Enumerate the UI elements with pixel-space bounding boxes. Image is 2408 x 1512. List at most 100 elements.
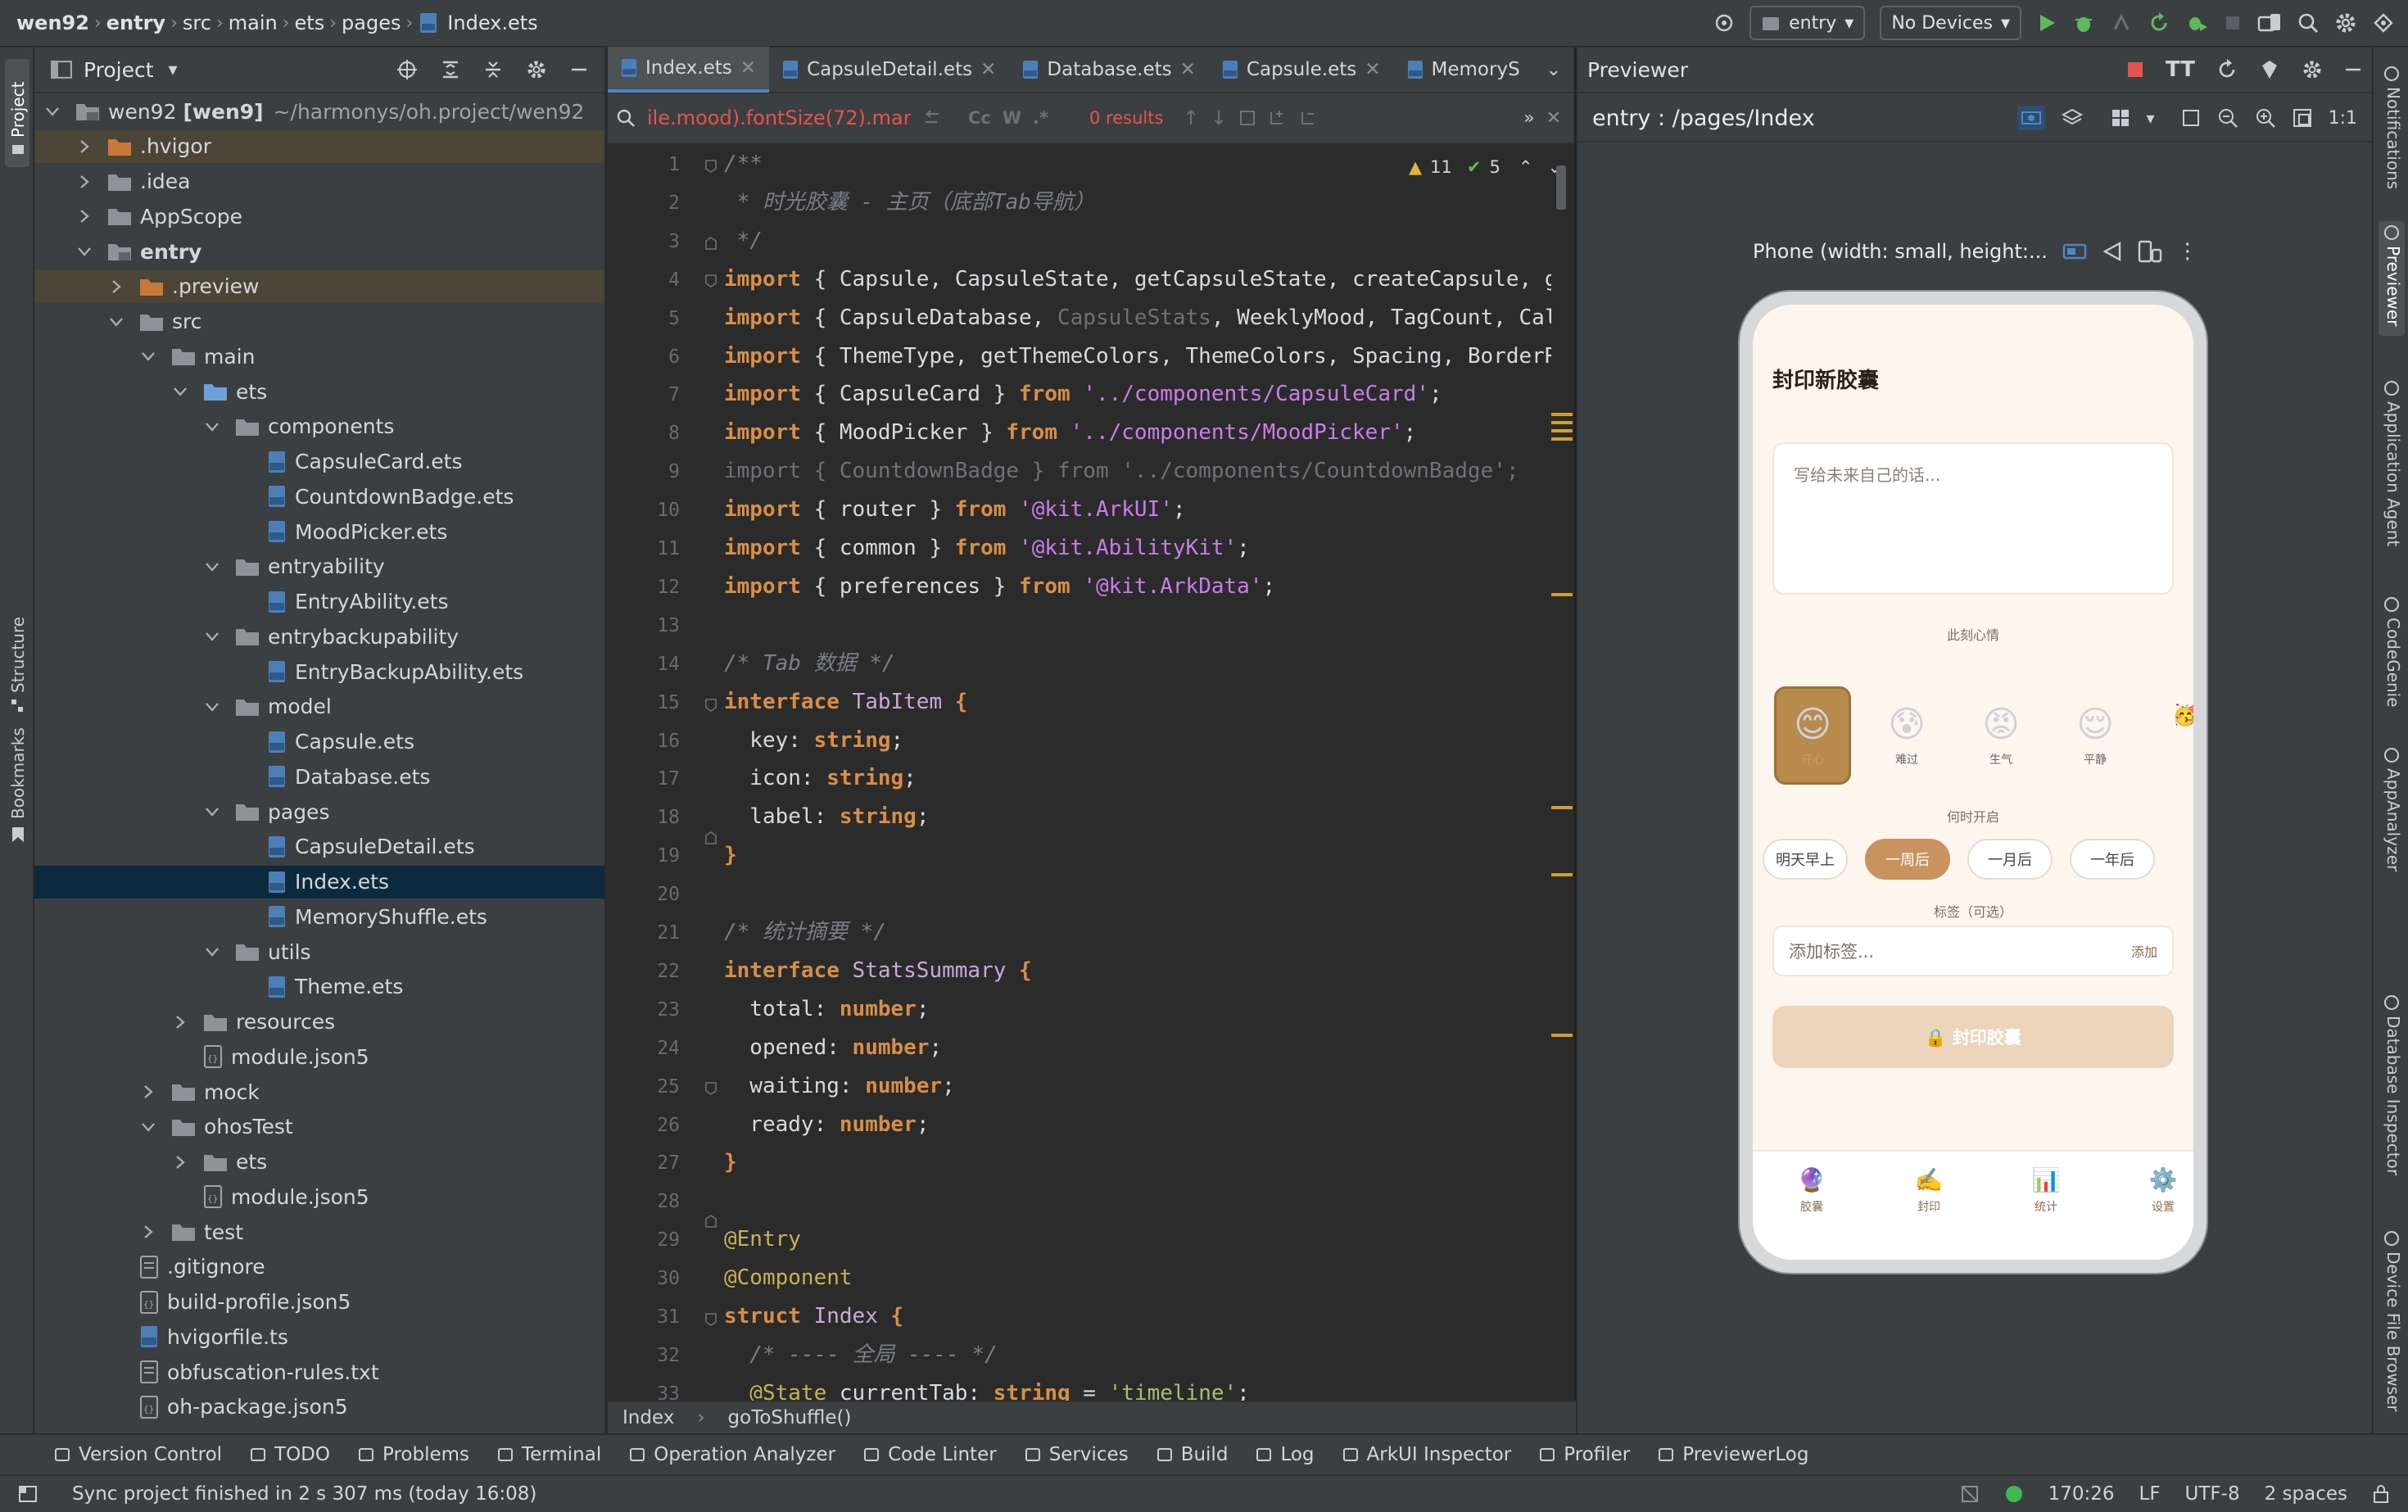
chevron-right-icon[interactable]: [172, 1014, 188, 1030]
screen-icon[interactable]: [2062, 242, 2087, 260]
editor-tab-capsule[interactable]: Capsule.ets ✕: [1209, 47, 1394, 93]
code-area[interactable]: /** * 时光胶囊 - 主页（底部Tab导航） */ import { Caps…: [724, 146, 1551, 1446]
bottom-nav-item[interactable]: ⚙️ 设置: [2130, 1166, 2193, 1215]
status-message[interactable]: Sync project finished in 2 s 307 ms (tod…: [72, 1483, 536, 1505]
run-config-select[interactable]: entry ▾: [1749, 6, 1866, 40]
tool-window-button[interactable]: Problems: [358, 1444, 469, 1465]
bottom-nav-item[interactable]: 📊 统计: [2013, 1166, 2079, 1215]
status-ok-icon[interactable]: [2004, 1484, 2024, 1504]
chevron-right-icon[interactable]: [108, 278, 124, 295]
open-time-option[interactable]: 明天早上: [1763, 839, 1848, 880]
tree-item[interactable]: CapsuleDetail.ets: [34, 831, 604, 863]
chevron-right-icon[interactable]: [76, 208, 93, 224]
chevron-right-icon[interactable]: [140, 1224, 156, 1240]
editor-tab-memory-shuffle[interactable]: MemoryS: [1394, 47, 1533, 93]
fold-end-icon[interactable]: [704, 236, 717, 251]
tree-item[interactable]: {} module.json5: [34, 1180, 604, 1213]
crumb-file[interactable]: Index.ets: [442, 11, 542, 34]
tree-item[interactable]: model: [34, 690, 604, 723]
tool-window-button[interactable]: Version Control: [54, 1444, 222, 1465]
caret-position[interactable]: 170:26: [2048, 1483, 2115, 1505]
fold-icon[interactable]: [704, 159, 717, 174]
find-input[interactable]: ile.mood).fontSize(72).mar: [647, 106, 911, 129]
add-tag-button[interactable]: 添加: [2131, 941, 2157, 961]
tree-item[interactable]: hvigor: [34, 1426, 604, 1433]
settings-gear-icon[interactable]: [2334, 11, 2357, 34]
tag-input[interactable]: 添加标签... 添加: [1772, 926, 2174, 976]
attach-debugger-icon[interactable]: [2110, 11, 2133, 34]
tool-window-button[interactable]: Services: [1025, 1444, 1129, 1465]
fold-icon[interactable]: [704, 274, 717, 288]
zoom-in-icon[interactable]: [2255, 107, 2276, 129]
tool-window-button[interactable]: TODO: [250, 1444, 330, 1465]
warning-mark[interactable]: [1551, 806, 1573, 809]
editor-tab-capsule-detail[interactable]: CapsuleDetail.ets ✕: [769, 47, 1009, 93]
mood-option[interactable]: 😡 生气: [1962, 686, 2039, 785]
crumb-main[interactable]: main: [224, 11, 283, 34]
profile-icon[interactable]: [2185, 11, 2208, 34]
previous-match-icon[interactable]: ↑: [1183, 106, 1199, 129]
target-icon[interactable]: [1713, 12, 1735, 34]
plugin-icon[interactable]: [2372, 11, 2395, 34]
gear-icon[interactable]: [2302, 59, 2323, 80]
fold-end-icon[interactable]: [704, 1214, 717, 1229]
indent-setting[interactable]: 2 spaces: [2265, 1483, 2347, 1505]
chevron-down-icon[interactable]: [204, 419, 220, 435]
tree-item[interactable]: AppScope: [34, 200, 604, 233]
run-icon[interactable]: [2036, 12, 2057, 34]
warning-mark[interactable]: [1551, 593, 1573, 596]
locate-file-icon[interactable]: [396, 59, 418, 80]
grid-layout-icon[interactable]: [2111, 108, 2130, 128]
tree-item[interactable]: entryability: [34, 550, 604, 583]
close-icon[interactable]: ✕: [1180, 59, 1196, 80]
rotate-device-icon[interactable]: [2138, 240, 2162, 263]
device-manager-icon[interactable]: [2257, 12, 2282, 34]
apply-changes-icon[interactable]: [2148, 11, 2170, 34]
tool-window-button[interactable]: Code Linter: [863, 1444, 997, 1465]
replace-history-icon[interactable]: [922, 109, 942, 127]
warning-mark[interactable]: [1551, 429, 1573, 432]
bottom-nav-item[interactable]: ✍️ 封印: [1896, 1166, 1962, 1215]
tree-item[interactable]: hvigorfile.ts: [34, 1320, 604, 1353]
tree-item[interactable]: .idea: [34, 165, 604, 198]
tool-window-button[interactable]: Build: [1156, 1444, 1228, 1465]
tree-item[interactable]: ets: [34, 375, 604, 408]
tree-item[interactable]: MoodPicker.ets: [34, 515, 604, 548]
error-stripe[interactable]: [1551, 151, 1573, 1401]
chevron-down-icon[interactable]: ▾: [2147, 108, 2155, 128]
chevron-down-icon[interactable]: [204, 804, 220, 820]
tree-item[interactable]: entrybackupability: [34, 620, 604, 653]
bottom-nav-item[interactable]: 🔮 胶囊: [1779, 1166, 1844, 1215]
tree-item[interactable]: entry: [34, 235, 604, 268]
tool-window-button[interactable]: Terminal: [497, 1444, 601, 1465]
tree-item[interactable]: CountdownBadge.ets: [34, 480, 604, 513]
warning-mark[interactable]: [1551, 1034, 1573, 1037]
search-icon[interactable]: [2297, 11, 2320, 34]
remove-selection-icon[interactable]: [1299, 109, 1319, 127]
zoom-out-icon[interactable]: [2217, 107, 2238, 129]
editor-tab-index[interactable]: Index.ets ✕: [608, 47, 770, 93]
back-triangle-icon[interactable]: [2102, 241, 2123, 262]
tree-item[interactable]: .preview: [34, 269, 604, 303]
tree-item[interactable]: utils: [34, 935, 604, 968]
hide-panel-icon[interactable]: [570, 61, 588, 79]
fit-screen-icon[interactable]: [2181, 108, 2201, 128]
crumb-pages[interactable]: pages: [337, 11, 405, 34]
tool-window-button[interactable]: PreviewerLog: [1658, 1444, 1808, 1465]
inspector-icon[interactable]: [2259, 59, 2280, 80]
close-find-icon[interactable]: ✕: [1546, 108, 1561, 129]
tool-window-button[interactable]: Log: [1256, 1444, 1315, 1465]
tree-item[interactable]: src: [34, 306, 604, 338]
chevron-down-icon[interactable]: [76, 243, 93, 260]
tree-item[interactable]: ets: [34, 1146, 604, 1179]
select-all-matches-icon[interactable]: [1238, 109, 1256, 127]
chevron-right-icon[interactable]: [140, 1084, 156, 1100]
breadcrumb-item[interactable]: Index: [622, 1407, 674, 1428]
tool-window-button[interactable]: Profiler: [1539, 1444, 1630, 1465]
tree-item[interactable]: Theme.ets: [34, 971, 604, 1003]
component-mode-icon[interactable]: [2016, 106, 2045, 130]
match-case-toggle[interactable]: Cc: [968, 108, 991, 128]
tree-item[interactable]: wen92 [wen9] ~/harmonys/oh.project/wen92: [34, 95, 604, 128]
tree-item[interactable]: CapsuleCard.ets: [34, 446, 604, 478]
layers-icon[interactable]: [2061, 108, 2083, 128]
